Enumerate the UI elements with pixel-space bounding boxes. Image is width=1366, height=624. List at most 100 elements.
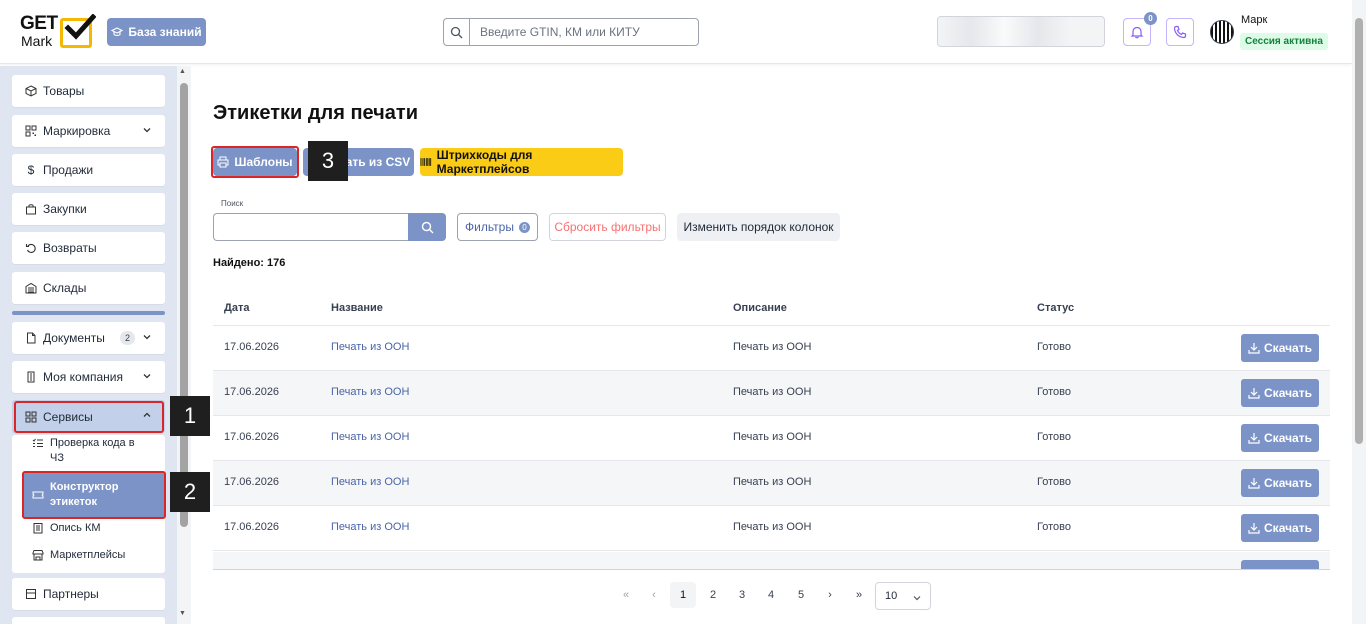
cell-status: Готово [1037,431,1071,443]
labels-table: Дата Название Описание Статус 17.06.2026… [213,290,1330,570]
cell-status: Готово [1037,341,1071,353]
graduation-cap-icon [111,27,124,37]
cell-status: Готово [1037,386,1071,398]
sidebar-item-company[interactable]: Моя компания [12,361,165,393]
download-button[interactable]: Скачать [1241,379,1319,407]
sidebar-item-label: Моя компания [43,370,123,384]
getmark-logo[interactable]: GET Mark [20,14,96,50]
sidebar-item-marking[interactable]: Маркировка [12,115,165,147]
sidebar-item-label: Документы [43,331,105,345]
chevron-down-icon [143,128,151,133]
download-icon [1248,343,1260,354]
sidebar-item-purchases[interactable]: Закупки [12,193,165,225]
download-button[interactable]: Скачать [1241,469,1319,497]
document-icon [24,331,38,345]
sidebar-item-services[interactable]: Сервисы [12,400,165,433]
pagination-next[interactable]: › [817,582,843,608]
download-button[interactable]: Скачать [1241,334,1319,362]
filters-button[interactable]: Фильтры 0 [457,213,538,241]
step-label-1: 1 [170,396,210,436]
sidebar-item-label: Возвраты [43,241,97,255]
qr-icon [24,124,38,138]
sidebar-subitem-marketplaces[interactable]: Маркетплейсы [22,548,165,564]
sidebar-item-next[interactable] [12,617,165,624]
cell-name-link[interactable]: Печать из ООН [331,341,409,353]
cell-date: 17.06.2026 [224,431,280,443]
scroll-down-arrow-icon[interactable]: ▼ [179,610,186,617]
marketplace-barcodes-button[interactable]: Штрихкоды для Маркетплейсов [420,148,623,176]
cell-date: 17.06.2026 [224,476,280,488]
organization-selector[interactable] [937,16,1105,47]
cell-date: 17.06.2026 [224,341,280,353]
per-page-select[interactable]: 10 [875,582,931,610]
column-header-description[interactable]: Описание [733,302,787,314]
grid-icon [24,410,38,424]
global-search[interactable] [443,18,699,46]
table-search-input[interactable] [213,213,409,241]
pagination-page-1[interactable]: 1 [670,582,696,608]
page-scrollbar-thumb[interactable] [1355,18,1363,444]
logo-check-icon [64,14,96,40]
user-avatar[interactable] [1210,20,1234,44]
download-button[interactable]: Скачать [1241,424,1319,452]
cell-name-link[interactable]: Печать из ООН [331,386,409,398]
filters-button-label: Фильтры [465,220,514,234]
pagination-first[interactable]: « [613,582,639,608]
table-row-partial [213,552,1330,570]
sidebar-item-label: Партнеры [43,587,99,601]
sidebar-item-sales[interactable]: $ Продажи [12,154,165,186]
user-name[interactable]: Марк [1241,14,1267,26]
templates-button[interactable]: Шаблоны [213,148,297,176]
sidebar-subitem-km-inventory[interactable]: Опись КМ [22,521,165,537]
sidebar-subitem-label-builder[interactable]: Конструктор этикеток [22,473,165,517]
results-count: Найдено: 176 [213,257,286,269]
pagination-last[interactable]: » [846,582,872,608]
knowledge-base-button[interactable]: База знаний [107,18,206,46]
sidebar-scrollbar-thumb[interactable] [180,83,188,527]
cell-name-link[interactable]: Печать из ООН [331,521,409,533]
download-label: Скачать [1264,386,1312,400]
column-header-name[interactable]: Название [331,302,383,314]
sidebar-item-label: Товары [43,84,85,98]
sidebar-scrollbar[interactable]: ▲ ▼ [177,66,191,624]
sidebar-item-products[interactable]: Товары [12,75,165,107]
chevron-down-icon [913,596,921,601]
call-button[interactable] [1166,18,1194,46]
sidebar-item-documents[interactable]: Документы 2 [12,322,165,354]
column-order-button[interactable]: Изменить порядок колонок [677,213,840,241]
pagination-page-2[interactable]: 2 [700,582,726,608]
cell-name-link[interactable]: Печать из ООН [331,431,409,443]
top-header: GET Mark База знаний 0 Марк Сессия актив… [0,0,1352,64]
pagination-page-3[interactable]: 3 [729,582,755,608]
table-search-button[interactable] [408,213,446,241]
table-row: 17.06.2026 Печать из ООН Печать из ООН Г… [213,506,1330,551]
bag-icon [24,202,38,216]
marketplace-barcodes-label: Штрихкоды для Маркетплейсов [436,148,533,176]
download-label: Скачать [1264,341,1312,355]
scroll-up-arrow-icon[interactable]: ▲ [179,68,186,75]
column-header-status[interactable]: Статус [1037,302,1074,314]
sidebar-subitem-code-check[interactable]: Проверка кода в ЧЗ [22,436,165,468]
sidebar-item-label: Продажи [43,163,94,177]
printer-icon [217,156,229,168]
sidebar-item-returns[interactable]: Возвраты [12,232,165,264]
pagination-prev[interactable]: ‹ [641,582,667,608]
cell-status: Готово [1037,476,1071,488]
search-label: Поиск [221,199,244,208]
column-header-date[interactable]: Дата [224,302,249,314]
pagination-page-5[interactable]: 5 [788,582,814,608]
pagination-page-4[interactable]: 4 [758,582,784,608]
reset-filters-button[interactable]: Сбросить фильтры [549,213,666,241]
global-search-input[interactable] [470,25,690,39]
sidebar-divider [12,311,165,315]
cell-name-link[interactable]: Печать из ООН [331,476,409,488]
filters-count-badge: 0 [518,221,530,233]
table-row: 17.06.2026 Печать из ООН Печать из ООН Г… [213,416,1330,461]
table-bottom-border [213,569,1330,570]
sidebar-item-partners[interactable]: Партнеры [12,578,165,610]
sidebar-item-label: Сервисы [43,409,93,424]
knowledge-base-label: База знаний [128,25,202,39]
page-scrollbar[interactable] [1352,0,1366,624]
download-button[interactable]: Скачать [1241,514,1319,542]
sidebar-item-warehouses[interactable]: Склады [12,272,165,304]
